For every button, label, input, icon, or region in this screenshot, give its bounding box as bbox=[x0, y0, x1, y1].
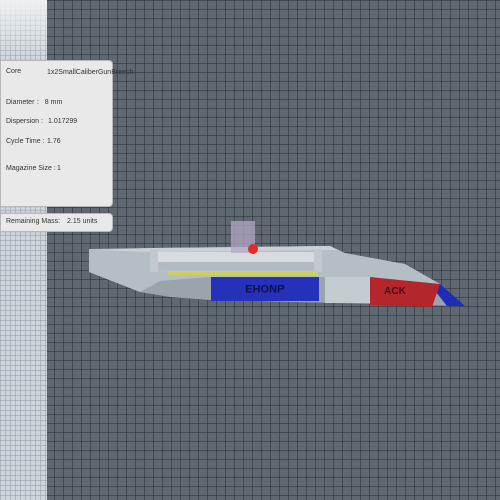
remaining-mass-label: Remaining Mass: bbox=[6, 218, 61, 225]
component-info-panel: Core 1x2SmallCaliberGunBreech Diameter :… bbox=[0, 60, 134, 207]
dispersion-value: 1.017299 bbox=[48, 118, 78, 125]
dispersion-label: Dispersion : bbox=[6, 118, 43, 125]
barrel-cap-right bbox=[314, 249, 322, 272]
cycle-time-label: Cycle Time : bbox=[6, 138, 45, 145]
core-label: Core bbox=[6, 68, 22, 75]
magazine-size-value: 1 bbox=[57, 165, 61, 172]
blue-panel-text: ԀNOHƎ bbox=[245, 282, 285, 294]
magazine-size-label: Magazine Size : bbox=[6, 165, 56, 172]
red-panel-text: ACK bbox=[384, 286, 406, 297]
barrel-cap-left bbox=[150, 249, 158, 272]
barrel-shadow bbox=[150, 262, 320, 270]
remaining-mass-value: 2.15 units bbox=[67, 218, 98, 225]
remaining-mass-panel: Remaining Mass: 2.15 units bbox=[0, 213, 113, 232]
side-plate bbox=[325, 277, 370, 303]
selection-marker[interactable] bbox=[248, 244, 258, 254]
diameter-value: : 8 mm bbox=[37, 99, 63, 106]
cycle-time-value: 1.76 bbox=[47, 138, 61, 145]
yellow-rail bbox=[168, 271, 318, 275]
diameter-label: Diameter bbox=[6, 99, 35, 106]
core-value: 1x2SmallCaliberGunBreech bbox=[47, 69, 134, 76]
